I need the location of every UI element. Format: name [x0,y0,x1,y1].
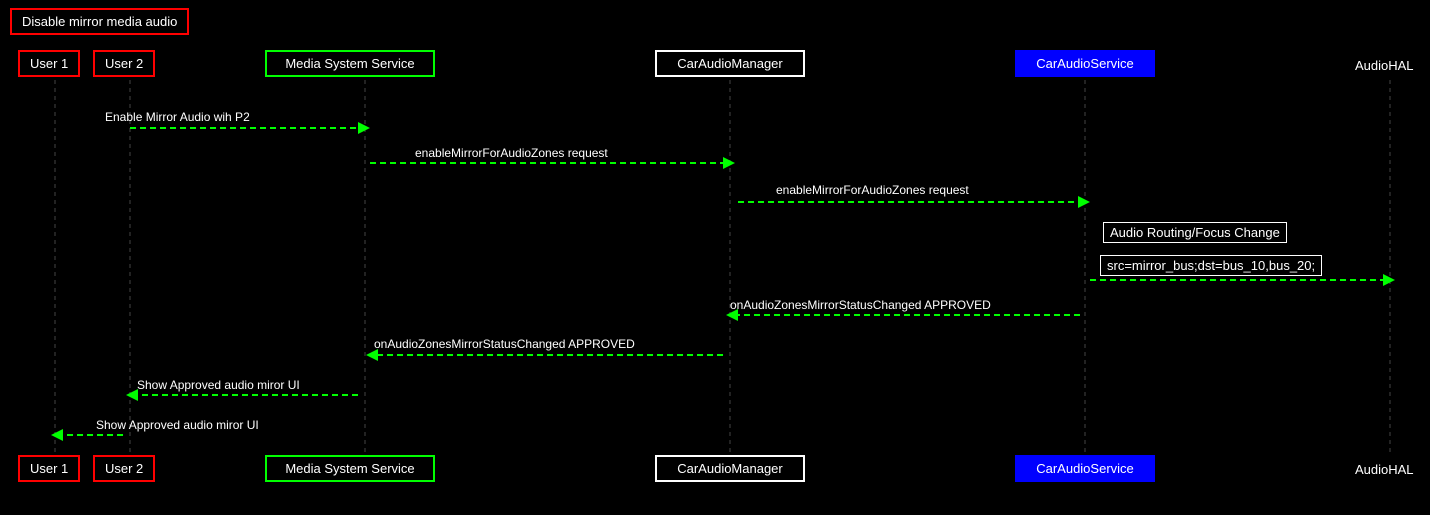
cam-bot-box: CarAudioManager [655,455,805,482]
msg6-label: onAudioZonesMirrorStatusChanged APPROVED [374,337,635,351]
user1-bot-box: User 1 [18,455,80,482]
user2-bot-box: User 2 [93,455,155,482]
cam-bot-label: CarAudioManager [677,461,783,476]
cas-top-box: CarAudioService [1015,50,1155,77]
mirror-bus-label: src=mirror_bus;dst=bus_10,bus_20; [1107,258,1315,273]
user1-bot-label: User 1 [30,461,68,476]
user1-top-box: User 1 [18,50,80,77]
user1-top-label: User 1 [30,56,68,71]
msg5-label: onAudioZonesMirrorStatusChanged APPROVED [730,298,991,312]
audio-routing-box: Audio Routing/Focus Change [1103,222,1287,243]
title-label: Disable mirror media audio [22,14,177,29]
mss-top-label: Media System Service [285,56,414,71]
hal-bot-label: AudioHAL [1355,462,1414,477]
cas-bot-label: CarAudioService [1036,461,1134,476]
cam-top-label: CarAudioManager [677,56,783,71]
user2-bot-label: User 2 [105,461,143,476]
mss-bot-label: Media System Service [285,461,414,476]
cas-top-label: CarAudioService [1036,56,1134,71]
msg7-label: Show Approved audio miror UI [137,378,300,392]
sequence-diagram: Disable mirror media audio User 1 User 2… [0,0,1430,515]
mirror-bus-box: src=mirror_bus;dst=bus_10,bus_20; [1100,255,1322,276]
user2-top-box: User 2 [93,50,155,77]
hal-top-label: AudioHAL [1355,58,1414,73]
msg8-label: Show Approved audio miror UI [96,418,259,432]
user2-top-label: User 2 [105,56,143,71]
audio-routing-label: Audio Routing/Focus Change [1110,225,1280,240]
mss-top-box: Media System Service [265,50,435,77]
msg2-label: enableMirrorForAudioZones request [415,146,608,160]
cam-top-box: CarAudioManager [655,50,805,77]
title-box: Disable mirror media audio [10,8,189,35]
mss-bot-box: Media System Service [265,455,435,482]
msg1-label: Enable Mirror Audio wih P2 [105,110,250,124]
cas-bot-box: CarAudioService [1015,455,1155,482]
msg3-label: enableMirrorForAudioZones request [776,183,969,197]
